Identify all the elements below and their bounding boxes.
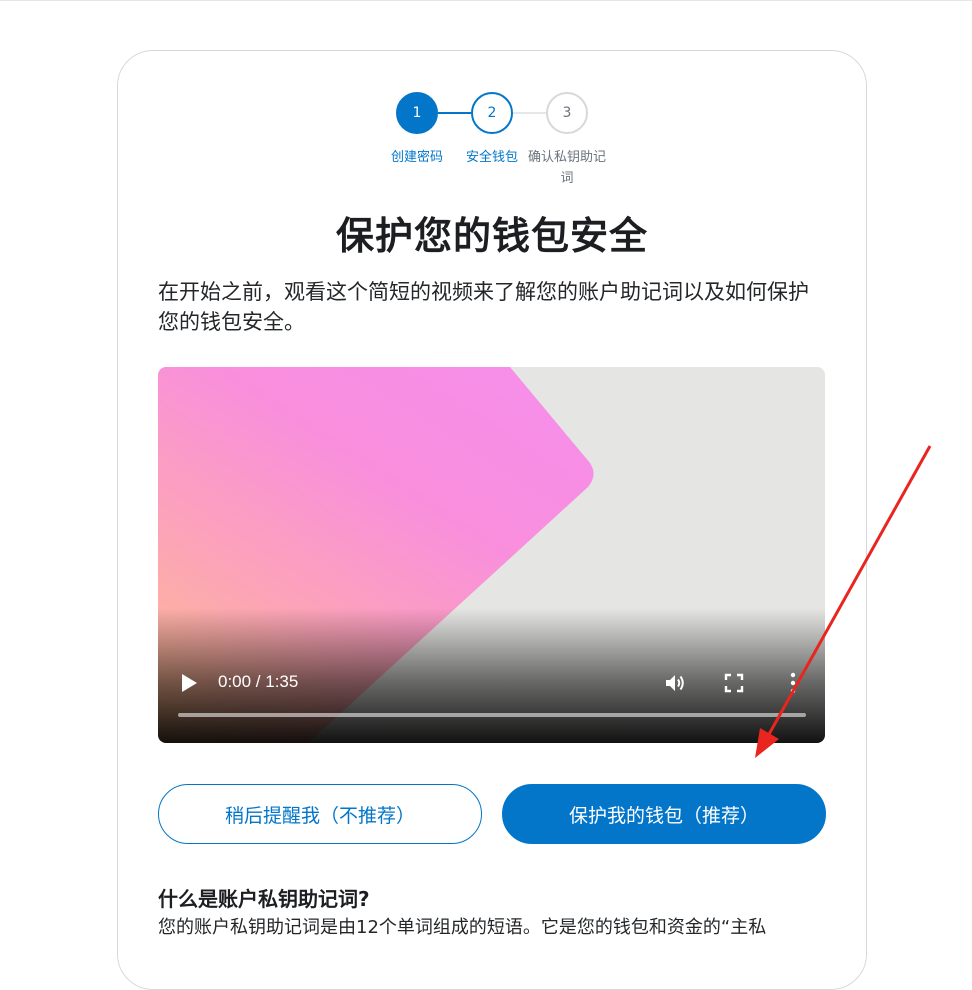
step-2-circle: 2 <box>471 92 513 134</box>
more-options-icon[interactable] <box>788 671 798 695</box>
stepper-connector-1 <box>438 112 471 114</box>
page-title: 保护您的钱包安全 <box>335 214 648 258</box>
secure-wallet-button[interactable]: 保护我的钱包（推荐） <box>502 784 826 844</box>
step-1-circle: 1 <box>396 92 438 134</box>
video-progress-bar[interactable] <box>178 713 806 717</box>
step-1-label: 创建密码 <box>390 150 443 165</box>
secure-wallet-card: 1 2 3 创建密码 安全钱包 确认私钥助记词 保护您的钱包安全 在开始之前，观… <box>117 50 867 990</box>
video-time: 0:00 / 1:35 <box>218 672 299 691</box>
step-3-number: 3 <box>562 105 572 121</box>
intro-text: 在开始之前，观看这个简短的视频来了解您的账户助记词以及如何保护您的钱包安全。 <box>158 280 809 334</box>
video-player[interactable]: 0:00 / 1:35 <box>158 367 825 743</box>
faq-title: 什么是账户私钥助记词? <box>158 887 370 911</box>
step-3-circle: 3 <box>546 92 588 134</box>
secure-wallet-label: 保护我的钱包（推荐） <box>568 804 759 827</box>
step-2-label: 安全钱包 <box>465 150 518 165</box>
play-icon[interactable] <box>180 673 198 693</box>
fullscreen-icon[interactable] <box>724 673 744 693</box>
remind-later-button[interactable]: 稍后提醒我（不推荐） <box>158 784 482 844</box>
step-1-number: 1 <box>412 105 422 121</box>
step-3-label: 确认私钥助记词 <box>527 150 606 186</box>
step-2-number: 2 <box>487 105 497 121</box>
volume-icon[interactable] <box>663 671 687 695</box>
faq-body: 您的账户私钥助记词是由12个单词组成的短语。它是您的钱包和资金的“主私 <box>158 917 767 938</box>
stepper-connector-2 <box>513 112 546 114</box>
remind-later-label: 稍后提醒我（不推荐） <box>224 804 415 827</box>
top-divider <box>0 0 972 1</box>
